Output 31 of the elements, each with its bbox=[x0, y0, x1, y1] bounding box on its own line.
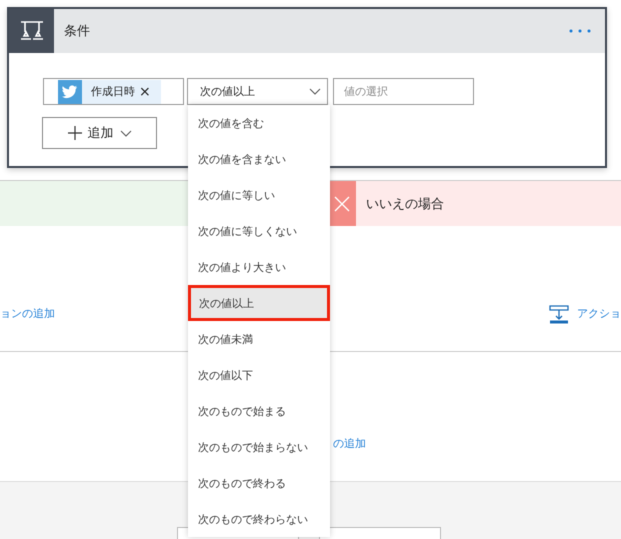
token-field[interactable]: 作成日時 × bbox=[43, 78, 184, 105]
card-title: 条件 bbox=[63, 23, 91, 40]
dropdown-option[interactable]: 次の値より大きい bbox=[188, 249, 330, 285]
close-icon bbox=[334, 196, 350, 212]
add-action-link[interactable]: ョンの追加 bbox=[0, 306, 55, 321]
dropdown-option[interactable]: 次のもので終わらない bbox=[188, 501, 330, 537]
dropdown-option[interactable]: 次のもので始まらない bbox=[188, 429, 330, 465]
condition-icon bbox=[18, 19, 44, 43]
add-action-icon bbox=[549, 304, 569, 324]
more-icon[interactable] bbox=[569, 29, 591, 33]
dropdown-option[interactable]: 次の値以上 bbox=[188, 285, 330, 321]
dropdown-option[interactable]: 次の値を含む bbox=[188, 105, 330, 141]
dropdown-option[interactable]: 次の値に等しくない bbox=[188, 213, 330, 249]
value-field[interactable]: 値の選択 bbox=[333, 78, 474, 105]
operator-dropdown[interactable]: 次の値以上 bbox=[187, 78, 328, 105]
plus-icon bbox=[68, 126, 82, 140]
add-action-link[interactable]: アクショ bbox=[577, 306, 621, 321]
remove-button[interactable]: × bbox=[139, 84, 151, 100]
dropdown-option[interactable]: 次のもので始まる bbox=[188, 393, 330, 429]
chevron-icon bbox=[120, 130, 132, 136]
add-button[interactable]: 追加 bbox=[42, 117, 157, 149]
bird-icon bbox=[58, 80, 82, 104]
chevron-icon bbox=[309, 88, 321, 95]
dropdown-option[interactable]: 次の値以下 bbox=[188, 357, 330, 393]
dropdown-option[interactable]: 次のもので終わる bbox=[188, 465, 330, 501]
token-chip: 作成日時 × bbox=[82, 80, 161, 104]
dropdown-option[interactable]: 次の値を含まない bbox=[188, 141, 330, 177]
dropdown-option[interactable]: 次の値に等しい bbox=[188, 177, 330, 213]
dropdown-option[interactable]: 次の値未満 bbox=[188, 321, 330, 357]
no-branch-title: いいえの場合 bbox=[356, 181, 621, 226]
add-action-link[interactable]: の追加 bbox=[333, 437, 366, 450]
